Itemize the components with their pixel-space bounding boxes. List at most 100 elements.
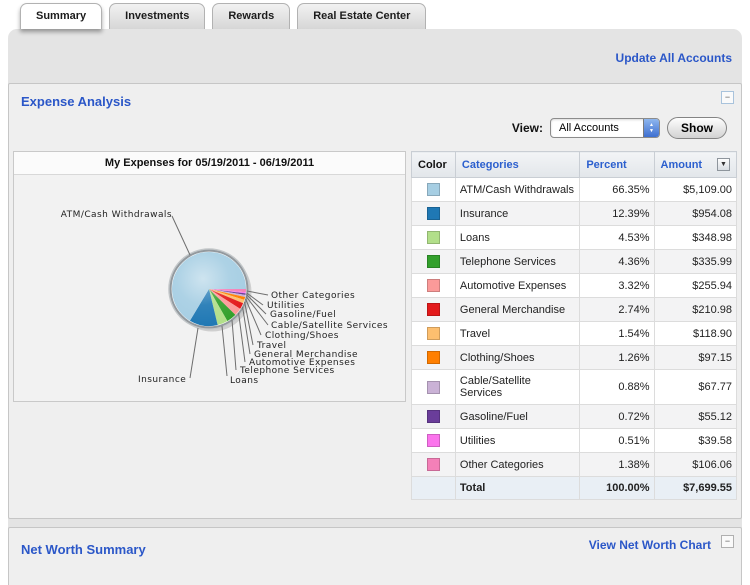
- pie-label-gasoline-fuel: Gasoline/Fuel: [270, 310, 336, 320]
- percent-cell: 0.51%: [580, 429, 654, 453]
- amount-header-label: Amount: [661, 159, 703, 171]
- tab-rewards[interactable]: Rewards: [212, 3, 290, 29]
- pie-label-travel: Travel: [257, 341, 286, 351]
- column-header-percent[interactable]: Percent: [580, 152, 654, 178]
- category-color-swatch: [427, 255, 440, 268]
- table-row: Telephone Services4.36%$335.99: [412, 250, 737, 274]
- view-controls: View: All Accounts ▲▼ Show: [13, 109, 737, 151]
- percent-cell: 3.32%: [580, 274, 654, 298]
- color-cell: [412, 322, 456, 346]
- main-container: Update All Accounts Expense Analysis − V…: [8, 29, 742, 585]
- table-row: Other Categories1.38%$106.06: [412, 453, 737, 477]
- category-color-swatch: [427, 183, 440, 196]
- category-color-swatch: [427, 351, 440, 364]
- category-cell: Utilities: [455, 429, 579, 453]
- chart-title: My Expenses for 05/19/2011 - 06/19/2011: [14, 152, 405, 175]
- amount-sort-icon[interactable]: ▼: [717, 158, 730, 171]
- category-cell: Other Categories: [455, 453, 579, 477]
- expense-table-wrap: Color Categories Percent Amount ▼ ATM/: [411, 151, 737, 500]
- category-cell: Cable/Satellite Services: [455, 370, 579, 405]
- category-cell: Insurance: [455, 202, 579, 226]
- category-cell: Loans: [455, 226, 579, 250]
- pie-label-loans: Loans: [230, 376, 259, 386]
- expense-table: Color Categories Percent Amount ▼ ATM/: [411, 151, 737, 500]
- total-amount: $7,699.55: [654, 477, 736, 500]
- percent-cell: 2.74%: [580, 298, 654, 322]
- category-color-swatch: [427, 279, 440, 292]
- pie-shine: [172, 252, 246, 326]
- category-color-swatch: [427, 434, 440, 447]
- percent-cell: 1.26%: [580, 346, 654, 370]
- amount-cell: $55.12: [654, 405, 736, 429]
- table-row: Automotive Expenses3.32%$255.94: [412, 274, 737, 298]
- expense-panel-title: Expense Analysis: [13, 88, 737, 109]
- view-net-worth-chart-link[interactable]: View Net Worth Chart: [589, 538, 711, 552]
- amount-cell: $97.15: [654, 346, 736, 370]
- color-cell: [412, 298, 456, 322]
- table-row: Gasoline/Fuel0.72%$55.12: [412, 405, 737, 429]
- percent-cell: 0.72%: [580, 405, 654, 429]
- percent-cell: 4.53%: [580, 226, 654, 250]
- percent-cell: 66.35%: [580, 178, 654, 202]
- pie-label-other-categories: Other Categories: [271, 291, 355, 301]
- table-row: Cable/Satellite Services0.88%$67.77: [412, 370, 737, 405]
- category-color-swatch: [427, 458, 440, 471]
- accounts-select-value: All Accounts: [551, 119, 643, 137]
- color-cell: [412, 453, 456, 477]
- amount-cell: $67.77: [654, 370, 736, 405]
- color-cell: [412, 429, 456, 453]
- expense-content: My Expenses for 05/19/2011 - 06/19/2011: [13, 151, 737, 514]
- color-cell: [412, 202, 456, 226]
- column-header-color: Color: [412, 152, 456, 178]
- update-row: Update All Accounts: [8, 43, 742, 83]
- expense-pie-chart: My Expenses for 05/19/2011 - 06/19/2011: [13, 151, 406, 402]
- category-cell: Telephone Services: [455, 250, 579, 274]
- accounts-select[interactable]: All Accounts ▲▼: [550, 118, 660, 138]
- total-empty-cell: [412, 477, 456, 500]
- table-row: Utilities0.51%$39.58: [412, 429, 737, 453]
- table-row: Clothing/Shoes1.26%$97.15: [412, 346, 737, 370]
- pie-label-insurance: Insurance: [138, 375, 186, 385]
- table-row: Insurance12.39%$954.08: [412, 202, 737, 226]
- category-cell: Gasoline/Fuel: [455, 405, 579, 429]
- percent-cell: 0.88%: [580, 370, 654, 405]
- amount-cell: $106.06: [654, 453, 736, 477]
- category-cell: Travel: [455, 322, 579, 346]
- amount-cell: $255.94: [654, 274, 736, 298]
- amount-cell: $954.08: [654, 202, 736, 226]
- category-cell: Clothing/Shoes: [455, 346, 579, 370]
- percent-cell: 1.38%: [580, 453, 654, 477]
- update-all-accounts-link[interactable]: Update All Accounts: [616, 51, 732, 65]
- category-color-swatch: [427, 303, 440, 316]
- collapse-networth-icon[interactable]: −: [721, 535, 734, 548]
- table-row: General Merchandise2.74%$210.98: [412, 298, 737, 322]
- collapse-expense-icon[interactable]: −: [721, 91, 734, 104]
- column-header-amount[interactable]: Amount ▼: [654, 152, 736, 178]
- tab-real-estate-center[interactable]: Real Estate Center: [297, 3, 426, 29]
- pie-label-utilities: Utilities: [267, 301, 305, 311]
- pie-label-clothing-shoes: Clothing/Shoes: [265, 331, 339, 341]
- percent-cell: 12.39%: [580, 202, 654, 226]
- total-percent: 100.00%: [580, 477, 654, 500]
- view-label: View:: [512, 121, 543, 135]
- category-cell: General Merchandise: [455, 298, 579, 322]
- pie-label-cable-satellite-services: Cable/Satellite Services: [271, 321, 388, 331]
- dropdown-stepper-icon: ▲▼: [643, 119, 659, 137]
- pie-label-atm-cash-withdrawals: ATM/Cash Withdrawals: [48, 210, 172, 220]
- column-header-categories[interactable]: Categories: [455, 152, 579, 178]
- category-color-swatch: [427, 410, 440, 423]
- color-cell: [412, 274, 456, 298]
- amount-cell: $39.58: [654, 429, 736, 453]
- amount-cell: $118.90: [654, 322, 736, 346]
- color-cell: [412, 250, 456, 274]
- show-button[interactable]: Show: [667, 117, 727, 139]
- color-cell: [412, 226, 456, 250]
- category-color-swatch: [427, 381, 440, 394]
- percent-cell: 4.36%: [580, 250, 654, 274]
- category-color-swatch: [427, 327, 440, 340]
- tab-investments[interactable]: Investments: [109, 3, 205, 29]
- tab-summary[interactable]: Summary: [20, 3, 102, 29]
- category-cell: Automotive Expenses: [455, 274, 579, 298]
- tab-bar: Summary Investments Rewards Real Estate …: [0, 0, 750, 29]
- amount-cell: $335.99: [654, 250, 736, 274]
